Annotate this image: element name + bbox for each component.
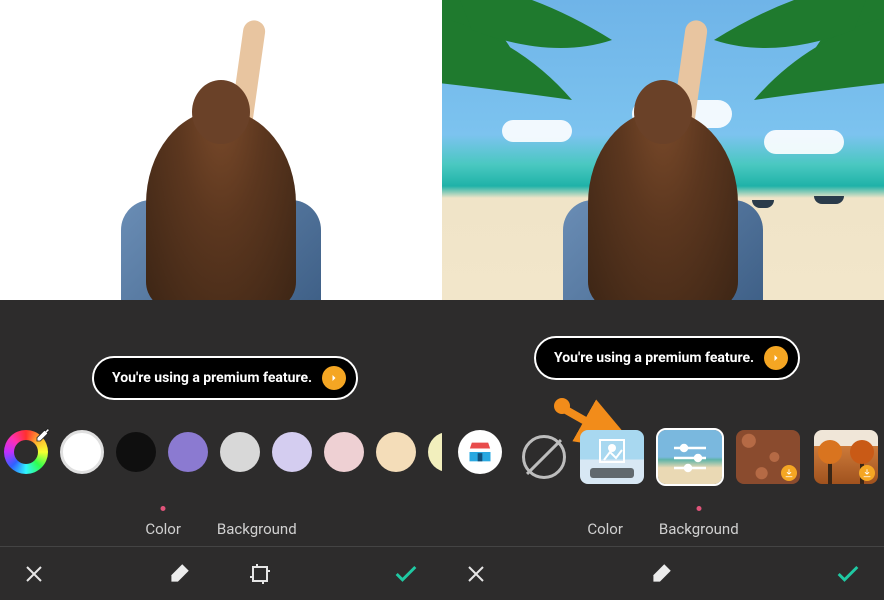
erase-button[interactable]	[648, 561, 674, 587]
swatch-white[interactable]	[60, 430, 104, 474]
tab-background-label: Background	[217, 520, 297, 538]
confirm-icon	[834, 560, 862, 588]
bg-none[interactable]	[522, 435, 566, 479]
confirm-button[interactable]	[834, 560, 862, 588]
color-picker-wheel[interactable]	[4, 430, 48, 474]
erase-icon	[648, 561, 674, 587]
controls-right: You're using a premium feature.	[442, 300, 884, 600]
arrow-right-icon	[322, 366, 346, 390]
close-button[interactable]	[22, 562, 46, 586]
arrow-right-icon	[764, 346, 788, 370]
bg-autumn-trees[interactable]	[814, 430, 878, 484]
premium-pill[interactable]: You're using a premium feature.	[534, 336, 800, 380]
active-tab-dot	[696, 506, 701, 511]
crop-icon	[248, 562, 272, 586]
tab-background-label: Background	[659, 520, 739, 538]
library-thumb-icon	[580, 430, 644, 484]
store-icon	[466, 438, 494, 466]
tab-background[interactable]: Background	[659, 510, 739, 538]
left-pane: You're using a premium feature. Color	[0, 0, 442, 600]
confirm-button[interactable]	[392, 560, 420, 588]
erase-button[interactable]	[166, 561, 192, 587]
close-button[interactable]	[464, 562, 488, 586]
bottom-bar-right	[442, 546, 884, 600]
bottom-bar-left	[0, 546, 442, 600]
tab-color-label: Color	[587, 520, 623, 538]
swatch-violet[interactable]	[168, 432, 208, 472]
store-button[interactable]	[458, 430, 502, 474]
tab-background[interactable]: Background	[217, 510, 297, 538]
active-tab-dot	[161, 506, 166, 511]
preview-canvas-right[interactable]	[442, 0, 884, 300]
swatch-light-gray[interactable]	[220, 432, 260, 472]
tab-color-label: Color	[145, 520, 181, 538]
premium-pill-label: You're using a premium feature.	[554, 350, 754, 366]
bg-library[interactable]	[580, 430, 644, 484]
preview-canvas-left[interactable]	[0, 0, 442, 300]
bg-adjust[interactable]	[658, 430, 722, 484]
controls-left: You're using a premium feature. Color	[0, 300, 442, 600]
eyedropper-icon	[32, 426, 52, 446]
tab-color[interactable]: Color	[145, 510, 181, 538]
subject-person	[121, 20, 321, 300]
tabs-left: Color Background	[0, 510, 442, 538]
premium-pill[interactable]: You're using a premium feature.	[92, 356, 358, 400]
confirm-icon	[392, 560, 420, 588]
crop-button[interactable]	[248, 562, 272, 586]
erase-icon	[166, 561, 192, 587]
subject-person	[563, 20, 763, 300]
swatch-black[interactable]	[116, 432, 156, 472]
premium-pill-label: You're using a premium feature.	[112, 370, 312, 386]
swatch-lavender[interactable]	[272, 432, 312, 472]
tab-color[interactable]: Color	[587, 510, 623, 538]
background-strip[interactable]	[522, 430, 878, 484]
bg-pattern-brown[interactable]	[736, 430, 800, 484]
download-icon	[781, 465, 797, 481]
tabs-right: Color Background	[442, 510, 884, 538]
close-icon	[464, 562, 488, 586]
swatch-blush[interactable]	[324, 432, 364, 472]
download-icon	[859, 465, 875, 481]
sliders-icon	[658, 430, 722, 484]
swatch-apricot[interactable]	[376, 432, 416, 472]
right-pane: You're using a premium feature.	[442, 0, 884, 600]
close-icon	[22, 562, 46, 586]
